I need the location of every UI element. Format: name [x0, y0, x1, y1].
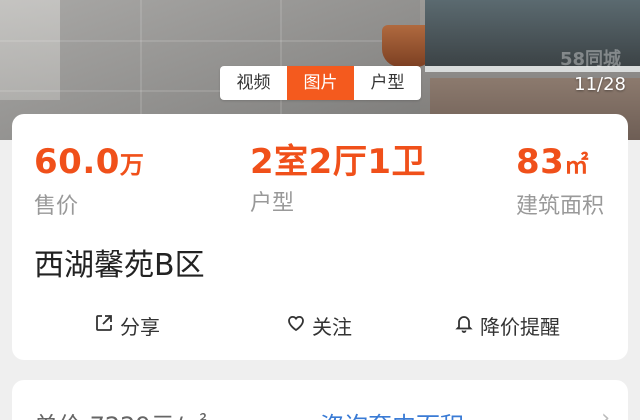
tab-video[interactable]: 视频 [220, 66, 287, 100]
price-alert-label: 降价提醒 [480, 314, 560, 339]
unit-price: 单价 7229元/㎡ [34, 406, 207, 420]
layout-label: 户型 [250, 191, 295, 216]
price-number: 60.0 [34, 142, 120, 182]
action-bar: 分享 关注 降价提醒 [12, 310, 628, 340]
heart-icon [286, 313, 312, 338]
layout-stat: 2室2厅1卫 户型 [250, 142, 426, 218]
detail-card: 单价 7229元/㎡ 咨询套内面积 › [12, 380, 628, 420]
price-label: 售价 [34, 194, 79, 219]
area-unit: ㎡ [564, 151, 589, 179]
follow-label: 关注 [312, 314, 352, 339]
photo-watermark: 58同城 [560, 49, 622, 70]
share-button[interactable]: 分享 [94, 310, 160, 340]
layout-value: 2室2厅1卫 [250, 142, 426, 182]
price-alert-button[interactable]: 降价提醒 [454, 310, 560, 340]
listing-info-card: 60.0万 售价 2室2厅1卫 户型 83㎡ 建筑面积 西湖馨苑B区 分享 关注 [12, 114, 628, 360]
listing-title: 西湖馨苑B区 [34, 248, 205, 283]
share-label: 分享 [120, 314, 160, 339]
area-stat: 83㎡ 建筑面积 [516, 142, 604, 221]
photo-tile-line [0, 40, 420, 42]
share-icon [94, 313, 120, 338]
area-label: 建筑面积 [516, 194, 605, 219]
bell-icon [454, 313, 480, 338]
price-unit: 万 [119, 151, 145, 179]
follow-button[interactable]: 关注 [286, 310, 352, 340]
gallery-tabs: 视频 图片 户型 [220, 66, 421, 100]
consult-area-link[interactable]: 咨询套内面积 [320, 406, 464, 420]
tab-floorplan[interactable]: 户型 [354, 66, 421, 100]
area-number: 83 [516, 142, 565, 182]
area-value: 83㎡ [516, 142, 604, 185]
photo-door [0, 0, 60, 100]
tab-photos[interactable]: 图片 [287, 66, 354, 100]
chevron-right-icon[interactable]: › [601, 406, 610, 420]
price-value: 60.0万 [34, 142, 144, 185]
price-stat: 60.0万 售价 [34, 142, 144, 221]
photo-counter: 11/28 [574, 74, 626, 95]
